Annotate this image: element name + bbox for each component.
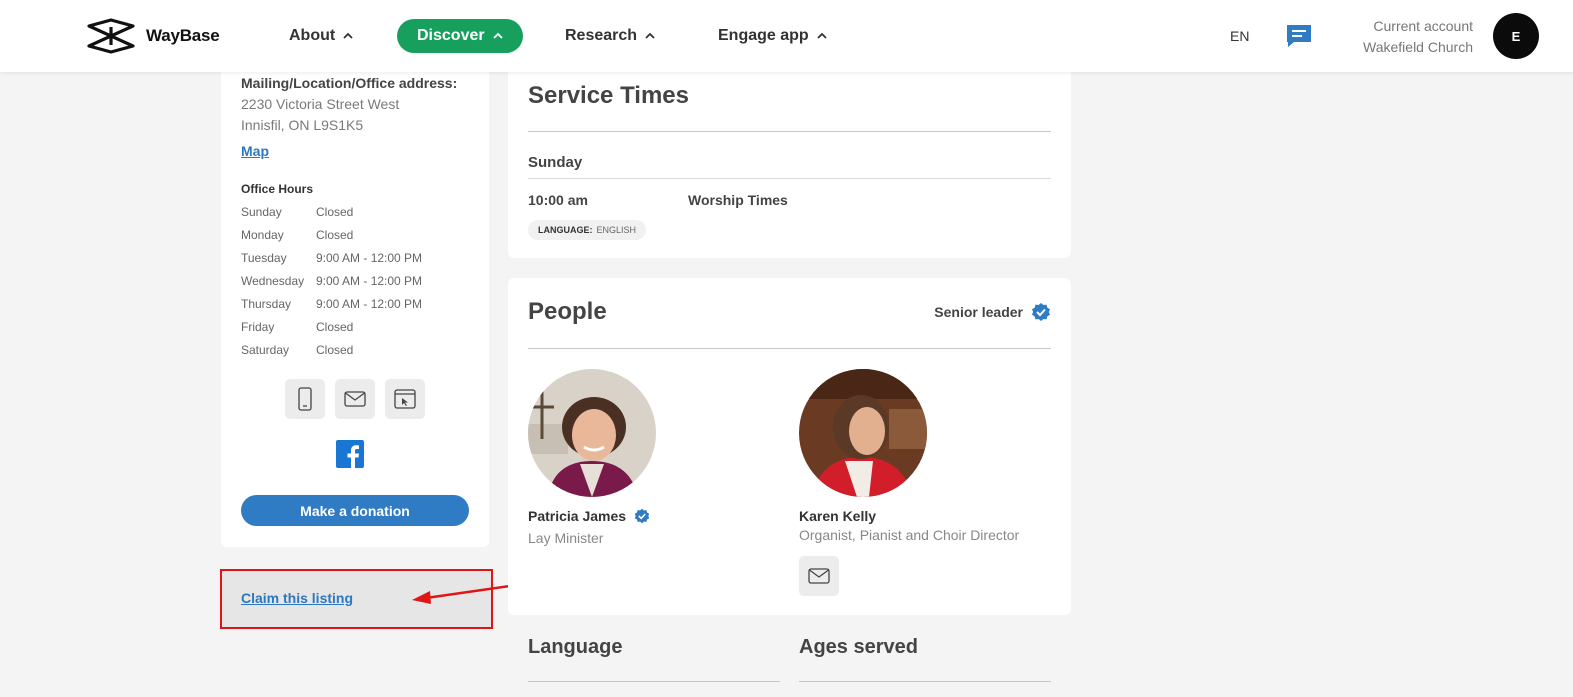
divider	[528, 348, 1051, 349]
phone-icon	[298, 387, 312, 411]
language-section-title: Language	[528, 636, 623, 658]
hours-day: Sunday	[241, 205, 282, 219]
address-line-1: 2230 Victoria Street West	[241, 96, 400, 112]
website-button[interactable]	[385, 379, 425, 419]
nav-discover[interactable]: Discover	[397, 19, 523, 53]
service-day: Sunday	[528, 154, 583, 171]
person-role: Lay Minister	[528, 530, 604, 546]
hours-day: Wednesday	[241, 274, 305, 288]
hours-time: Closed	[316, 228, 354, 242]
person-name-text: Patricia James	[528, 508, 627, 524]
person-name[interactable]: Patricia James	[528, 508, 650, 524]
ages-served-section-title: Ages served	[799, 636, 918, 658]
contact-card: Mailing/Location/Office address: 2230 Vi…	[221, 60, 489, 547]
divider	[528, 178, 1051, 179]
hours-time: 9:00 AM - 12:00 PM	[316, 251, 423, 265]
people-card: People Senior leader Patricia James Lay …	[508, 278, 1071, 615]
hours-row: Tuesday 9:00 AM - 12:00 PM	[241, 251, 422, 265]
divider	[528, 131, 1051, 132]
senior-leader-legend: Senior leader	[934, 302, 1051, 322]
chevron-up-icon	[645, 32, 655, 39]
hours-row: Wednesday 9:00 AM - 12:00 PM	[241, 274, 422, 288]
language-selector[interactable]: EN	[1230, 28, 1249, 44]
account-label: Current account	[1373, 18, 1473, 34]
person-name[interactable]: Karen Kelly	[799, 508, 876, 524]
avatar[interactable]: E	[1493, 13, 1539, 59]
hours-time: Closed	[316, 343, 354, 357]
divider	[528, 681, 780, 682]
nav-about-label: About	[289, 27, 336, 44]
facebook-icon[interactable]	[336, 440, 364, 468]
person-photo[interactable]	[799, 369, 927, 497]
office-hours-title: Office Hours	[241, 182, 314, 196]
nav-discover-label: Discover	[417, 27, 485, 44]
divider	[799, 681, 1051, 682]
senior-leader-label: Senior leader	[934, 304, 1023, 320]
hours-day: Friday	[241, 320, 275, 334]
make-donation-button[interactable]: Make a donation	[241, 495, 469, 526]
address-line-2: Innisfil, ON L9S1K5	[241, 117, 364, 133]
verified-badge-icon	[1032, 303, 1050, 321]
hours-day: Tuesday	[241, 251, 287, 265]
map-link[interactable]: Map	[241, 143, 269, 159]
person-email-button[interactable]	[799, 556, 839, 596]
person-role: Organist, Pianist and Choir Director	[799, 527, 1020, 543]
chevron-up-icon	[343, 32, 353, 39]
hours-row: Thursday 9:00 AM - 12:00 PM	[241, 297, 422, 311]
waybase-logo[interactable]: WayBase	[86, 18, 220, 54]
chevron-up-icon	[817, 32, 827, 39]
website-icon	[394, 389, 416, 409]
people-title: People	[528, 298, 607, 325]
top-header: WayBase About Discover Research Engage a…	[0, 0, 1573, 72]
chevron-up-icon	[492, 32, 503, 39]
nav-research-label: Research	[565, 27, 638, 44]
phone-button[interactable]	[285, 379, 325, 419]
nav-about[interactable]: About	[289, 19, 353, 53]
hours-time: Closed	[316, 320, 354, 334]
hours-row: Monday Closed	[241, 228, 353, 242]
person-name-text: Karen Kelly	[799, 508, 877, 524]
hours-day: Thursday	[241, 297, 292, 311]
claim-listing-link[interactable]: Claim this listing	[241, 590, 353, 606]
hours-row: Saturday Closed	[241, 343, 353, 357]
hours-day: Monday	[241, 228, 284, 242]
language-badge: LANGUAGE: ENGLISH	[528, 220, 647, 240]
nav-engage-app-label: Engage app	[718, 27, 809, 44]
hours-day: Saturday	[241, 343, 290, 357]
nav-engage-app[interactable]: Engage app	[718, 19, 827, 53]
waybase-logo-icon	[87, 18, 135, 54]
language-badge-value: ENGLISH	[596, 225, 637, 235]
service-times-card: Service Times Sunday 10:00 am Worship Ti…	[508, 60, 1071, 258]
person-photo[interactable]	[528, 369, 656, 497]
hours-row: Friday Closed	[241, 320, 353, 334]
email-icon	[808, 568, 830, 584]
email-button[interactable]	[335, 379, 375, 419]
email-icon	[344, 391, 366, 407]
service-name: Worship Times	[688, 192, 788, 208]
account-name: Wakefield Church	[1363, 39, 1473, 55]
hours-row: Sunday Closed	[241, 205, 353, 219]
current-account[interactable]: Current account Wakefield Church	[1363, 16, 1473, 58]
brand-name: WayBase	[146, 26, 220, 45]
address-label: Mailing/Location/Office address:	[241, 75, 458, 91]
verified-badge-icon	[634, 508, 650, 524]
service-times-title: Service Times	[528, 82, 690, 109]
hours-time: Closed	[316, 205, 354, 219]
service-time: 10:00 am	[528, 192, 588, 208]
nav-research[interactable]: Research	[565, 19, 655, 53]
language-badge-key: LANGUAGE:	[538, 225, 593, 235]
hours-time: 9:00 AM - 12:00 PM	[316, 274, 423, 288]
chat-icon[interactable]	[1285, 23, 1313, 54]
hours-time: 9:00 AM - 12:00 PM	[316, 297, 423, 311]
